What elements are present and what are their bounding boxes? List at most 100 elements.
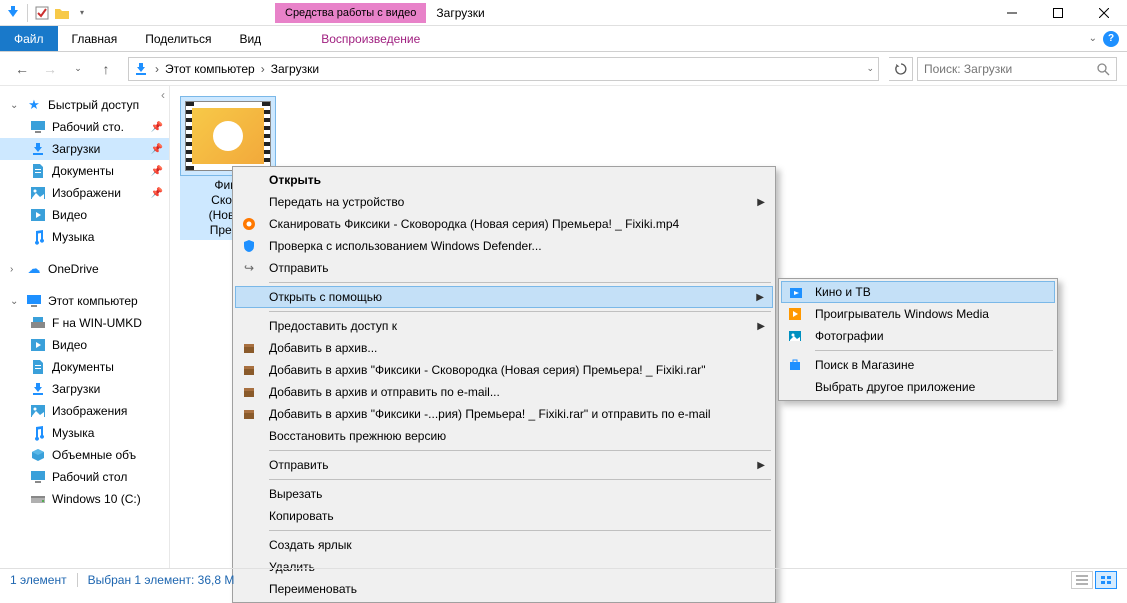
- submenu-photos[interactable]: Фотографии: [781, 325, 1055, 347]
- search-icon[interactable]: [1096, 62, 1110, 76]
- ctx-add-email[interactable]: Добавить в архив и отправить по e-mail..…: [235, 381, 773, 403]
- nav-item-download[interactable]: Загрузки📌: [0, 138, 169, 160]
- nav-item-pictures[interactable]: Изображени📌: [0, 182, 169, 204]
- refresh-button[interactable]: [889, 57, 913, 81]
- nav-label: Windows 10 (C:): [52, 492, 141, 506]
- nav-label: Загрузки: [52, 382, 100, 396]
- winrar-icon: [241, 406, 257, 422]
- chevron-right-icon[interactable]: ›: [259, 62, 267, 76]
- ctx-defender[interactable]: Проверка с использованием Windows Defend…: [235, 235, 773, 257]
- winrar-icon: [241, 362, 257, 378]
- context-menu: Открыть Передать на устройство▶ Сканиров…: [232, 166, 776, 603]
- breadcrumb-seg-0[interactable]: Этот компьютер: [161, 62, 259, 76]
- nav-onedrive[interactable]: › ☁ OneDrive: [0, 258, 169, 280]
- drag-handle-icon[interactable]: ‹: [157, 86, 169, 104]
- help-icon[interactable]: ?: [1103, 31, 1119, 47]
- separator: [269, 311, 771, 312]
- status-count: 1 элемент: [10, 573, 67, 587]
- share-icon: ↪: [241, 260, 257, 276]
- view-icons-button[interactable]: [1095, 571, 1117, 589]
- ribbon-tab-share[interactable]: Поделиться: [131, 26, 225, 51]
- store-icon: [787, 357, 803, 373]
- nav-item-netdrive[interactable]: F на WIN-UMKD: [0, 312, 169, 334]
- ctx-cast[interactable]: Передать на устройство▶: [235, 191, 773, 213]
- ctx-send[interactable]: ↪Отправить: [235, 257, 773, 279]
- ctx-add-rar-email[interactable]: Добавить в архив "Фиксики -...рия) Премь…: [235, 403, 773, 425]
- close-button[interactable]: [1081, 0, 1127, 26]
- ribbon-tab-view[interactable]: Вид: [225, 26, 275, 51]
- submenu-store[interactable]: Поиск в Магазине: [781, 354, 1055, 376]
- ctx-copy[interactable]: Копировать: [235, 505, 773, 527]
- nav-label: OneDrive: [48, 262, 99, 276]
- down-arrow-icon[interactable]: [4, 4, 22, 22]
- nav-forward-button[interactable]: →: [38, 57, 62, 81]
- shield-icon: [241, 238, 257, 254]
- chevron-right-icon[interactable]: ›: [153, 62, 161, 76]
- submenu-wmp[interactable]: Проигрыватель Windows Media: [781, 303, 1055, 325]
- separator: [269, 479, 771, 480]
- submenu-choose[interactable]: Выбрать другое приложение: [781, 376, 1055, 398]
- nav-item-download[interactable]: Загрузки: [0, 378, 169, 400]
- ctx-add-archive[interactable]: Добавить в архив...: [235, 337, 773, 359]
- minimize-button[interactable]: [989, 0, 1035, 26]
- breadcrumb-dropdown-icon[interactable]: ⌄: [866, 63, 874, 74]
- maximize-button[interactable]: [1035, 0, 1081, 26]
- submenu-movies-tv[interactable]: Кино и ТВ: [781, 281, 1055, 303]
- breadcrumb[interactable]: › Этот компьютер › Загрузки ⌄: [128, 57, 879, 81]
- nav-item-music[interactable]: Музыка: [0, 226, 169, 248]
- nav-quick-access[interactable]: ⌄ ★ Быстрый доступ: [0, 94, 169, 116]
- drive-icon: [30, 491, 46, 507]
- quick-access-toolbar: ▾: [0, 4, 95, 22]
- caret-down-icon: ⌄: [10, 100, 20, 111]
- nav-label: Изображени: [52, 186, 121, 200]
- nav-item-pictures[interactable]: Изображения: [0, 400, 169, 422]
- ctx-add-rar[interactable]: Добавить в архив "Фиксики - Сковородка (…: [235, 359, 773, 381]
- nav-item-desktop[interactable]: Рабочий стол: [0, 466, 169, 488]
- ctx-restore[interactable]: Восстановить прежнюю версию: [235, 425, 773, 447]
- nav-recent-dropdown[interactable]: ⌄: [66, 57, 90, 81]
- folder-icon[interactable]: [53, 4, 71, 22]
- ctx-scan-avast[interactable]: Сканировать Фиксики - Сковородка (Новая …: [235, 213, 773, 235]
- search-input[interactable]: [924, 62, 1096, 76]
- ctx-open-with[interactable]: Открыть с помощью▶: [235, 286, 773, 308]
- nav-this-pc[interactable]: ⌄ Этот компьютер: [0, 290, 169, 312]
- nav-item-videos[interactable]: Видео: [0, 204, 169, 226]
- documents-icon: [30, 359, 46, 375]
- nav-item-documents[interactable]: Документы: [0, 356, 169, 378]
- ctx-open[interactable]: Открыть: [235, 169, 773, 191]
- search-box[interactable]: [917, 57, 1117, 81]
- nav-up-button[interactable]: ↑: [94, 57, 118, 81]
- contextual-tab-label: Средства работы с видео: [275, 3, 426, 23]
- qat-dropdown-icon[interactable]: ▾: [73, 4, 91, 22]
- nav-label: Быстрый доступ: [48, 98, 139, 112]
- ctx-share-access[interactable]: Предоставить доступ к▶: [235, 315, 773, 337]
- submenu-arrow-icon: ▶: [757, 321, 765, 332]
- videos-icon: [30, 207, 46, 223]
- ctx-send-to[interactable]: Отправить▶: [235, 454, 773, 476]
- nav-item-documents[interactable]: Документы📌: [0, 160, 169, 182]
- ctx-cut[interactable]: Вырезать: [235, 483, 773, 505]
- nav-label: Документы: [52, 360, 114, 374]
- caret-right-icon: ›: [10, 264, 20, 275]
- view-details-button[interactable]: [1071, 571, 1093, 589]
- nav-item-music[interactable]: Музыка: [0, 422, 169, 444]
- checkbox-icon[interactable]: [33, 4, 51, 22]
- window-controls: [989, 0, 1127, 26]
- separator: [269, 530, 771, 531]
- ribbon-tab-playback[interactable]: Воспроизведение: [307, 26, 434, 51]
- nav-item-drive[interactable]: Windows 10 (C:): [0, 488, 169, 510]
- nav-item-3d[interactable]: Объемные объ: [0, 444, 169, 466]
- ribbon-collapse-icon[interactable]: ⌄: [1089, 33, 1097, 44]
- breadcrumb-seg-1[interactable]: Загрузки: [267, 62, 323, 76]
- nav-item-videos[interactable]: Видео: [0, 334, 169, 356]
- ribbon-tab-file[interactable]: Файл: [0, 26, 58, 51]
- star-icon: ★: [26, 97, 42, 113]
- pc-icon: [26, 293, 42, 309]
- desktop-icon: [30, 469, 46, 485]
- desktop-icon: [30, 119, 46, 135]
- ctx-shortcut[interactable]: Создать ярлык: [235, 534, 773, 556]
- nav-item-desktop[interactable]: Рабочий сто.📌: [0, 116, 169, 138]
- download-icon: [30, 141, 46, 157]
- ribbon-tab-home[interactable]: Главная: [58, 26, 132, 51]
- nav-back-button[interactable]: ←: [10, 57, 34, 81]
